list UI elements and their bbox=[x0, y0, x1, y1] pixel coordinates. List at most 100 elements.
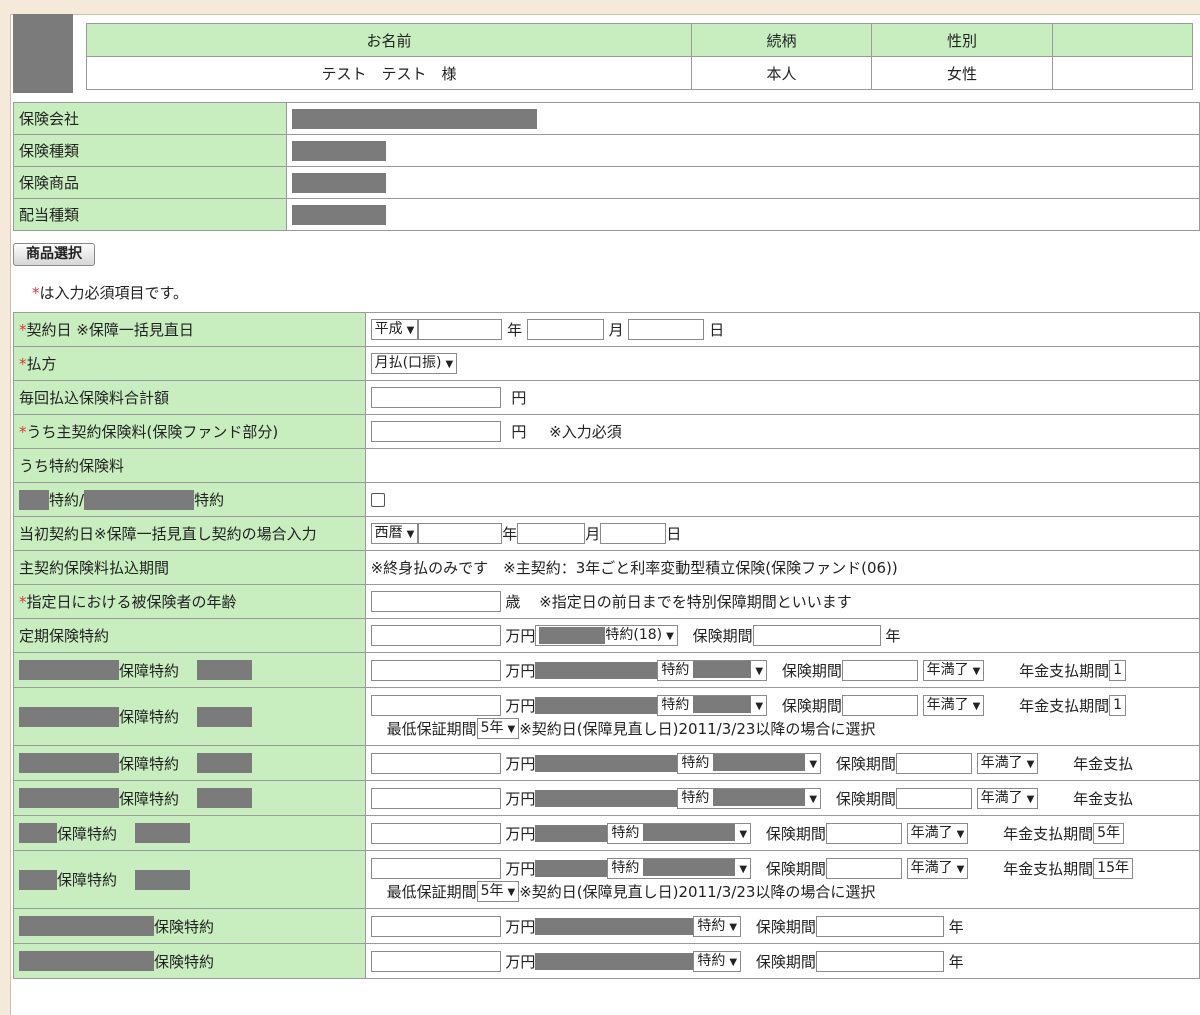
period-input[interactable] bbox=[895, 787, 972, 809]
label-rider-flag: 特約/特約 bbox=[13, 482, 366, 517]
value-insurance-company bbox=[285, 102, 1200, 135]
label-insurance-type: 保険種類 bbox=[13, 134, 287, 167]
rider-select[interactable]: 特約 ▼ bbox=[657, 694, 768, 716]
amount-input[interactable] bbox=[370, 857, 501, 879]
min-guarantee-select[interactable]: 5年 ▼ bbox=[476, 880, 520, 902]
label-guarantee-rider-1: 保障特約 bbox=[13, 652, 366, 688]
term-rider-field: 万円 特約(18) ▼ 保険期間 年 bbox=[364, 618, 1200, 653]
period-unit-select[interactable]: 年満了 ▼ bbox=[922, 694, 985, 716]
period-input[interactable] bbox=[815, 950, 944, 972]
required-note: *は入力必須項目です。 bbox=[32, 284, 189, 302]
rider-select[interactable]: 特約 ▼ bbox=[657, 659, 768, 681]
insurance-info-table: 保険会社 保険種類 保険商品 配当種類 bbox=[13, 102, 1200, 231]
period-unit-select[interactable]: 年満了 ▼ bbox=[976, 752, 1039, 774]
rider-select[interactable]: 特約 ▼ bbox=[693, 950, 742, 972]
amount-input[interactable] bbox=[370, 694, 501, 716]
guarantee-rider-2-field: 万円 特約 ▼ 保険期間 年満了 ▼ 年金支払期間 1 最低保証期間 5年 ▼ ※契約日(保障… bbox=[364, 687, 1200, 746]
amount-input[interactable] bbox=[370, 752, 501, 774]
term-amount-input[interactable] bbox=[370, 625, 501, 646]
rider-premium-field bbox=[364, 448, 1200, 483]
rider-select[interactable]: 特約 ▼ bbox=[677, 787, 822, 809]
redacted-block bbox=[19, 869, 57, 890]
label-guarantee-rider-3: 保障特約 bbox=[13, 745, 366, 781]
pension-period-select[interactable]: 5年 bbox=[1093, 822, 1125, 844]
customer-name: テスト テスト 様 bbox=[86, 56, 692, 90]
period-input[interactable] bbox=[895, 752, 972, 774]
guarantee-rider-1-field: 万円 特約 ▼ 保険期間 年満了 ▼ 年金支払期間 1 bbox=[364, 652, 1200, 688]
value-dividend-type bbox=[285, 198, 1200, 231]
contract-form: *契約日 ※保障一括見直日 平成 ▼ 年 月 日 *払方 月払(口振) ▼ 毎回払込… bbox=[13, 312, 1200, 979]
total-premium-field: 円 bbox=[364, 380, 1200, 415]
label-rider-premium: うち特約保険料 bbox=[13, 448, 366, 483]
rider-select[interactable]: 特約 ▼ bbox=[607, 822, 752, 844]
label-main-period: 主契約保険料払込期間 bbox=[13, 550, 366, 585]
period-input[interactable] bbox=[841, 659, 918, 681]
amount-input[interactable] bbox=[370, 659, 501, 681]
age-input[interactable] bbox=[370, 591, 501, 612]
customer-photo-placeholder bbox=[13, 14, 73, 93]
amount-input[interactable] bbox=[370, 787, 501, 809]
label-guarantee-rider-2: 保障特約 bbox=[13, 687, 366, 746]
rider-select[interactable]: 特約 ▼ bbox=[607, 857, 752, 879]
term-period-input[interactable] bbox=[752, 625, 881, 646]
label-initial-date: 当初契約日※保障一括見直し契約の場合入力 bbox=[13, 516, 366, 551]
insurance-rider-1-field: 万円 特約 ▼ 保険期間 年 bbox=[364, 908, 1200, 944]
redacted-block bbox=[135, 869, 191, 890]
main-premium-input[interactable] bbox=[370, 421, 501, 442]
header-gender: 性別 bbox=[871, 23, 1053, 57]
label-contract-date: *契約日 ※保障一括見直日 bbox=[13, 312, 366, 347]
redacted-block bbox=[291, 172, 386, 193]
main-period-text: ※終身払のみです ※主契約：3年ごと利率変動型積立保険(保険ファンド(06)) bbox=[364, 550, 1200, 585]
customer-extra bbox=[1052, 56, 1193, 90]
initial-month-input[interactable] bbox=[517, 523, 586, 544]
rider-flag-field bbox=[364, 482, 1200, 517]
initial-day-input[interactable] bbox=[600, 523, 667, 544]
rider-checkbox[interactable] bbox=[370, 493, 385, 507]
term-rider-select[interactable]: 特約(18) ▼ bbox=[535, 625, 678, 646]
redacted-block bbox=[197, 706, 253, 727]
product-select-button[interactable]: 商品選択 bbox=[13, 243, 95, 266]
label-insurance-rider-2: 保険特約 bbox=[13, 943, 366, 979]
pension-period-select[interactable]: 15年 bbox=[1093, 857, 1133, 879]
contract-era-select[interactable]: 平成 ▼ bbox=[370, 319, 419, 340]
initial-year-input[interactable] bbox=[418, 523, 503, 544]
redacted-block bbox=[19, 916, 154, 936]
label-guarantee-rider-4: 保障特約 bbox=[13, 780, 366, 816]
period-unit-select[interactable]: 年満了 ▼ bbox=[976, 787, 1039, 809]
redacted-block bbox=[19, 951, 154, 971]
contract-month-input[interactable] bbox=[526, 319, 604, 340]
redacted-block bbox=[19, 660, 119, 680]
pension-period-select[interactable]: 1 bbox=[1109, 694, 1127, 716]
initial-era-select[interactable]: 西暦 ▼ bbox=[370, 523, 419, 544]
payment-method-select[interactable]: 月払(口振) ▼ bbox=[370, 353, 458, 374]
period-unit-select[interactable]: 年満了 ▼ bbox=[922, 659, 985, 681]
period-unit-select[interactable]: 年満了 ▼ bbox=[906, 822, 969, 844]
header-name: お名前 bbox=[86, 23, 692, 57]
period-input[interactable] bbox=[815, 915, 944, 937]
contract-day-input[interactable] bbox=[628, 319, 705, 340]
redacted-block bbox=[19, 706, 119, 727]
redacted-block bbox=[84, 489, 195, 510]
label-main-premium: *うち主契約保険料(保険ファンド部分) bbox=[13, 414, 366, 449]
redacted-block bbox=[19, 823, 57, 843]
rider-select[interactable]: 特約 ▼ bbox=[677, 752, 822, 774]
redacted-block bbox=[19, 788, 119, 808]
period-unit-select[interactable]: 年満了 ▼ bbox=[906, 857, 969, 879]
pension-period-select[interactable]: 1 bbox=[1109, 659, 1127, 681]
header-extra bbox=[1052, 23, 1193, 57]
label-total-premium: 毎回払込保険料合計額 bbox=[13, 380, 366, 415]
total-premium-input[interactable] bbox=[370, 387, 501, 408]
contract-year-input[interactable] bbox=[418, 319, 503, 340]
period-input[interactable] bbox=[841, 694, 918, 716]
rider-select[interactable]: 特約 ▼ bbox=[693, 915, 742, 937]
amount-input[interactable] bbox=[370, 950, 501, 972]
amount-input[interactable] bbox=[370, 915, 501, 937]
value-insurance-product bbox=[285, 166, 1200, 199]
period-input[interactable] bbox=[825, 857, 902, 879]
min-guarantee-select[interactable]: 5年 ▼ bbox=[476, 717, 520, 739]
label-guarantee-rider-6: 保障特約 bbox=[13, 850, 366, 909]
period-input[interactable] bbox=[825, 822, 902, 844]
label-insurance-company: 保険会社 bbox=[13, 102, 287, 135]
amount-input[interactable] bbox=[370, 822, 501, 844]
insurance-rider-2-field: 万円 特約 ▼ 保険期間 年 bbox=[364, 943, 1200, 979]
